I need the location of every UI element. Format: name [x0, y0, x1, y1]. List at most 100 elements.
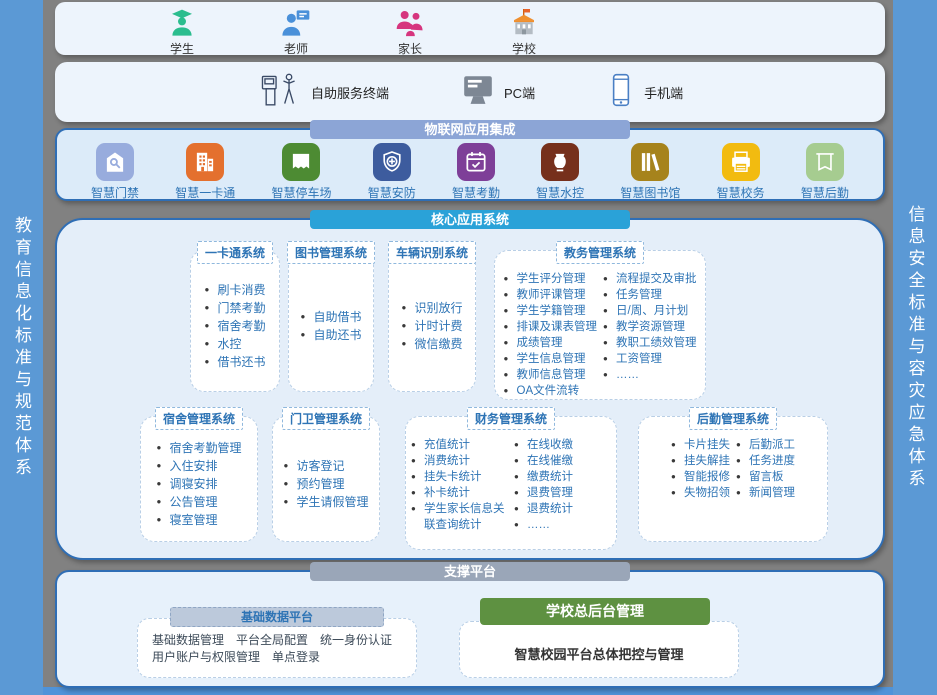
books-icon: [631, 143, 669, 181]
system-box: 一卡通系统刷卡消费门禁考勤宿舍考勤水控借书还书: [190, 250, 280, 392]
school-icon: [508, 7, 540, 39]
system-feature: 充值统计: [411, 437, 508, 453]
user-role-label: 老师: [284, 40, 308, 57]
system-feature: 宿舍考勤: [204, 317, 265, 335]
iot-app-label: 智慧校务: [717, 184, 765, 201]
system-feature: 失物招领: [671, 485, 730, 501]
user-roles-panel: 学生 老师 家长 学校: [55, 2, 885, 55]
user-role-teacher: 老师: [264, 7, 328, 57]
system-feature: 在线收缴: [514, 437, 611, 453]
system-feature: 教学资源管理: [603, 319, 697, 335]
base-data-platform-title: 基础数据平台: [170, 607, 384, 627]
teacher-icon: [280, 7, 312, 39]
system-feature: 教职工绩效管理: [603, 335, 697, 351]
system-box: 教务管理系统学生评分管理教师评课管理学生学籍管理排课及课表管理成绩管理学生信息管…: [494, 250, 706, 400]
system-feature: 流程提交及审批: [603, 271, 697, 287]
iot-app-label: 智慧门禁: [91, 184, 139, 201]
system-box: 后勤管理系统卡片挂失挂失解挂智能报修失物招领后勤派工任务进度留言板新闻管理: [638, 416, 828, 542]
system-feature: 退费统计: [514, 501, 611, 517]
school-backend-description: 智慧校园平台总体把控与管理: [514, 636, 683, 663]
iot-app-item: 智慧水控: [536, 143, 584, 201]
parking-icon: [282, 143, 320, 181]
system-feature: 预约管理: [283, 475, 368, 493]
system-box-title: 门卫管理系统: [282, 407, 370, 430]
system-feature: 留言板: [736, 469, 795, 485]
user-role-label: 家长: [398, 40, 422, 57]
iot-app-label: 智慧图书馆: [620, 184, 680, 201]
iot-app-label: 智慧考勤: [452, 184, 500, 201]
building-icon: [186, 143, 224, 181]
system-feature: 在线催缴: [514, 453, 611, 469]
system-feature: 学生评分管理: [504, 271, 598, 287]
system-feature: ……: [514, 517, 611, 533]
iot-app-label: 智慧安防: [368, 184, 416, 201]
system-feature: 刷卡消费: [204, 281, 265, 299]
iot-app-label: 智慧后勤: [801, 184, 849, 201]
iot-integration-panel: 物联网应用集成 智慧门禁智慧一卡通智慧停车场智慧安防智慧考勤智慧水控智慧图书馆智…: [55, 128, 885, 201]
system-feature: 水控: [204, 335, 265, 353]
support-platform-panel: 支撑平台 基础数据平台 基础数据管理 平台全局配置 统一身份认证 用户账户与权限…: [55, 570, 885, 688]
system-box-title: 图书管理系统: [287, 241, 375, 264]
iot-app-item: 智慧安防: [368, 143, 416, 201]
phone-icon: [607, 73, 635, 112]
right-security-sidebar: 信息安全标准与容灾应急体系: [893, 0, 937, 695]
system-feature: 学生请假管理: [283, 493, 368, 511]
support-panel-header: 支撑平台: [310, 562, 630, 581]
system-feature: 寝室管理: [156, 511, 241, 529]
system-feature: 挂失卡统计: [411, 469, 508, 485]
system-feature: 工资管理: [603, 351, 697, 367]
system-feature: 任务进度: [736, 453, 795, 469]
iot-app-item: 智慧一卡通: [175, 143, 235, 201]
iot-app-item: 智慧校务: [717, 143, 765, 201]
system-feature: 排课及课表管理: [504, 319, 598, 335]
user-role-label: 学校: [512, 40, 536, 57]
system-feature: ……: [603, 367, 697, 383]
calendar-check-icon: [457, 143, 495, 181]
iot-app-label: 智慧水控: [536, 184, 584, 201]
system-feature: 退费管理: [514, 485, 611, 501]
left-sidebar-label: 教育信息化标准与规范体系: [9, 216, 34, 480]
system-feature: 成绩管理: [504, 335, 598, 351]
water-icon: [541, 143, 579, 181]
system-feature: 自助还书: [300, 326, 361, 344]
shield-icon: [373, 143, 411, 181]
system-feature: 借书还书: [204, 353, 265, 371]
user-role-school: 学校: [492, 7, 556, 57]
system-box: 图书管理系统自助借书自助还书: [288, 250, 374, 392]
user-role-student: 学生: [150, 7, 214, 57]
core-panel-header: 核心应用系统: [310, 210, 630, 229]
base-feature-line: 基础数据管理 平台全局配置 统一身份认证: [152, 632, 408, 649]
system-feature: 学生信息管理: [504, 351, 598, 367]
iot-app-label: 智慧停车场: [271, 184, 331, 201]
system-feature: 任务管理: [603, 287, 697, 303]
terminals-row: 自助服务终端PC端手机端: [55, 62, 885, 122]
user-role-label: 学生: [170, 40, 194, 57]
system-feature: OA文件流转: [504, 383, 598, 399]
core-applications-panel: 核心应用系统 一卡通系统刷卡消费门禁考勤宿舍考勤水控借书还书图书管理系统自助借书…: [55, 218, 885, 560]
iot-app-item: 智慧图书馆: [620, 143, 680, 201]
terminal-label: PC端: [504, 83, 535, 102]
kiosk-icon: [260, 71, 302, 114]
system-box: 车辆识别系统识别放行计时计费微信缴费: [388, 250, 476, 392]
system-box-title: 一卡通系统: [197, 241, 273, 264]
system-feature: 新闻管理: [736, 485, 795, 501]
system-feature: 调寝安排: [156, 475, 241, 493]
system-feature: 消费统计: [411, 453, 508, 469]
school-backend-box: 智慧校园平台总体把控与管理: [459, 621, 739, 678]
system-feature: 学生学籍管理: [504, 303, 598, 319]
system-feature: 后勤派工: [736, 437, 795, 453]
system-box-title: 财务管理系统: [467, 407, 555, 430]
system-feature: 计时计费: [401, 317, 462, 335]
system-feature: 入住安排: [156, 457, 241, 475]
system-feature: 挂失解挂: [671, 453, 730, 469]
door-access-icon: [96, 143, 134, 181]
terminal-phone: 手机端: [607, 73, 683, 112]
printer-icon: [722, 143, 760, 181]
iot-app-item: 智慧考勤: [452, 143, 500, 201]
parents-icon: [394, 7, 426, 39]
system-box-title: 教务管理系统: [556, 241, 644, 264]
user-roles-row: 学生 老师 家长 学校: [55, 2, 885, 57]
terminal-pc: PC端: [461, 74, 535, 111]
right-sidebar-label: 信息安全标准与容灾应急体系: [903, 205, 928, 491]
terminals-panel: 自助服务终端PC端手机端: [55, 62, 885, 122]
